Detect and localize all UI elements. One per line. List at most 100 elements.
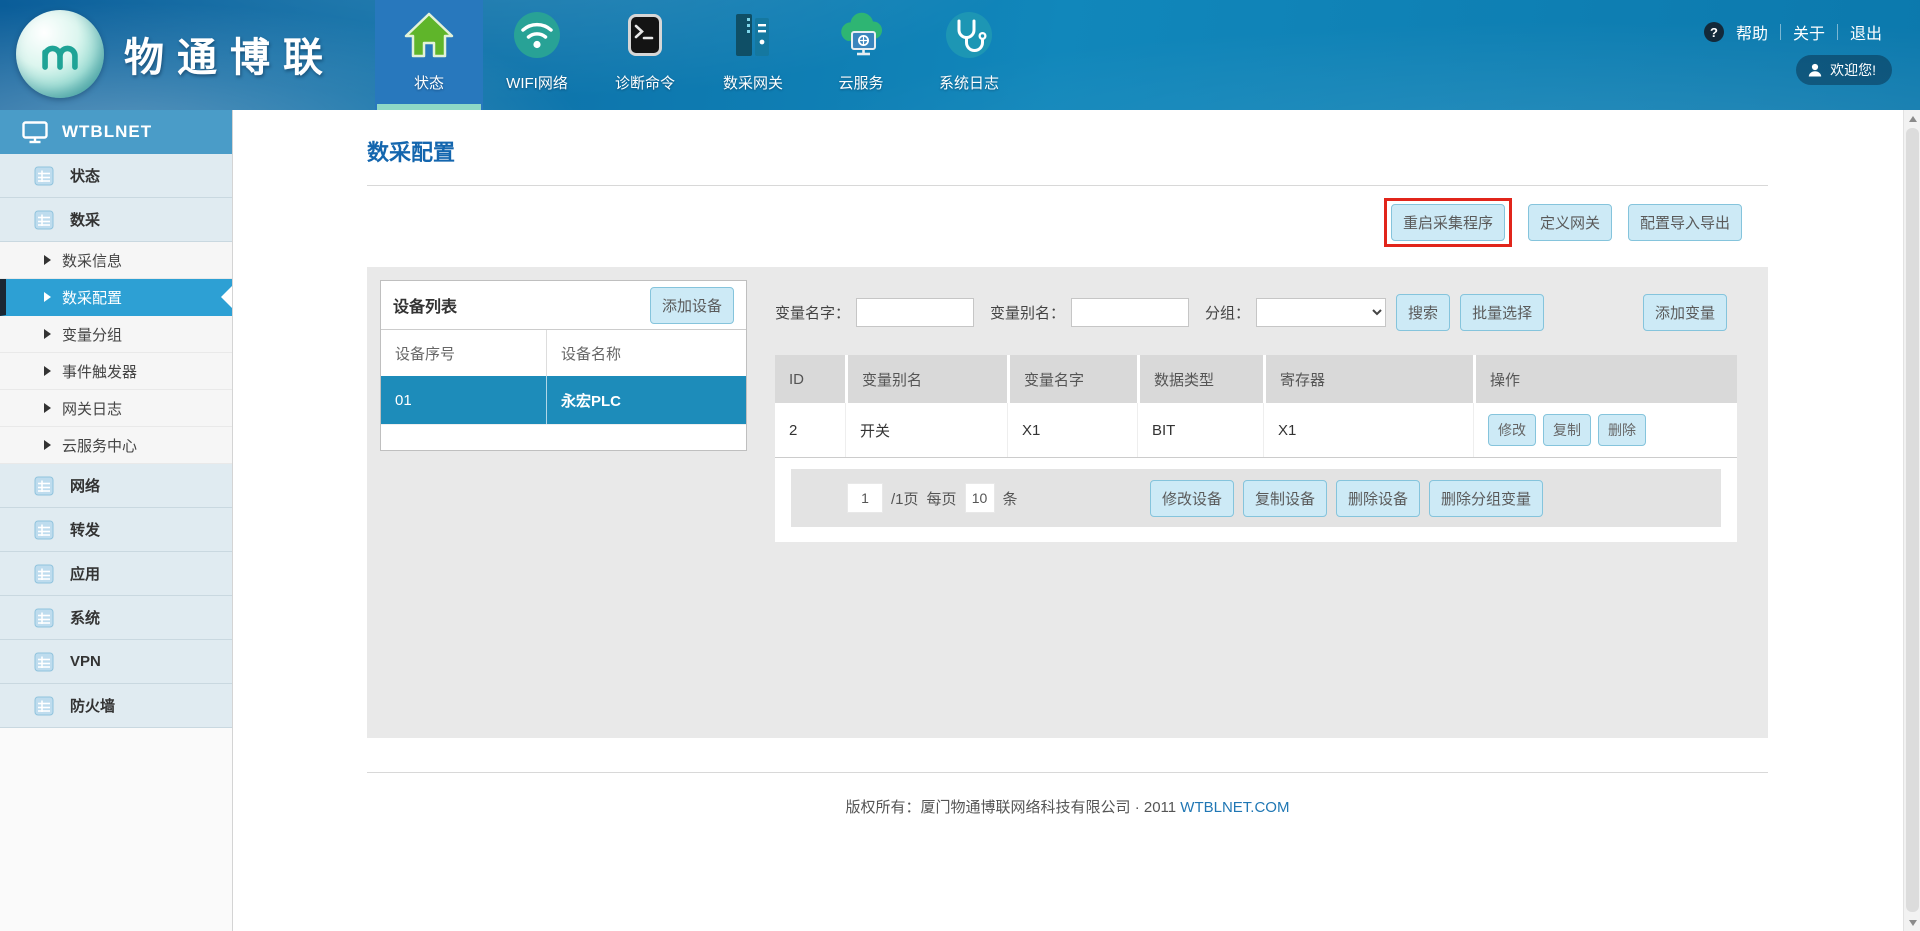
restart-collector-button[interactable]: 重启采集程序 bbox=[1391, 204, 1505, 241]
sidebar-item-label: VPN bbox=[70, 653, 101, 670]
table-row: 2 开关 X1 BIT X1 修改 复制 删除 bbox=[775, 403, 1737, 458]
logo-text: 物通博联 bbox=[124, 25, 336, 83]
sidebar-item-label: 数采信息 bbox=[62, 250, 122, 271]
main-content: 数采配置 重启采集程序 定义网关 配置导入导出 设备列表 添加设备 设备序号 设… bbox=[234, 110, 1903, 931]
modify-button[interactable]: 修改 bbox=[1488, 414, 1536, 446]
sidebar-item-vpn[interactable]: VPN bbox=[0, 640, 232, 684]
page-size-input[interactable] bbox=[965, 483, 995, 513]
alias-cell: 开关 bbox=[845, 403, 1007, 457]
sidebar-item-forward[interactable]: 转发 bbox=[0, 508, 232, 552]
vertical-scrollbar[interactable] bbox=[1903, 110, 1920, 931]
sidebar-item-system[interactable]: 系统 bbox=[0, 596, 232, 640]
grid-icon bbox=[34, 210, 54, 230]
nav-label: WIFI网络 bbox=[506, 72, 568, 93]
group-select[interactable] bbox=[1256, 298, 1386, 327]
nav-label: 诊断命令 bbox=[615, 72, 675, 93]
column-header-actions: 操作 bbox=[1473, 355, 1737, 403]
variable-filter-bar: 变量名字： 变量别名： 分组： 搜索 批量选择 添加变量 bbox=[775, 292, 1737, 332]
define-gateway-button[interactable]: 定义网关 bbox=[1528, 204, 1612, 241]
stethoscope-icon bbox=[943, 9, 995, 61]
sidebar-item-label: 转发 bbox=[70, 519, 100, 540]
variable-name-label: 变量名字： bbox=[775, 302, 850, 323]
variable-table: ID 变量别名 变量名字 数据类型 寄存器 操作 2 开关 X1 BIT X1 … bbox=[775, 355, 1737, 458]
scroll-down-icon[interactable] bbox=[1904, 914, 1920, 931]
page-title: 数采配置 bbox=[367, 135, 455, 167]
sidebar-item-status[interactable]: 状态 bbox=[0, 154, 232, 198]
grid-icon bbox=[34, 696, 54, 716]
config-import-export-button[interactable]: 配置导入导出 bbox=[1628, 204, 1742, 241]
divider bbox=[1837, 24, 1838, 40]
column-header-alias: 变量别名 bbox=[845, 355, 1007, 403]
pagination-section: /1页 每页 条 修改设备 复制设备 删除设备 删除分组变量 bbox=[775, 458, 1737, 542]
divider bbox=[1780, 24, 1781, 40]
unit-label: 条 bbox=[1003, 488, 1018, 509]
id-cell: 2 bbox=[775, 403, 845, 457]
delete-group-variable-button[interactable]: 删除分组变量 bbox=[1429, 480, 1543, 517]
sidebar-item-variable-group[interactable]: 变量分组 bbox=[0, 316, 232, 353]
arrow-right-icon bbox=[44, 292, 51, 302]
sidebar-title: WTBLNET bbox=[62, 122, 152, 142]
sidebar-item-data-info[interactable]: 数采信息 bbox=[0, 242, 232, 279]
sidebar-item-firewall[interactable]: 防火墙 bbox=[0, 684, 232, 728]
nav-tab-syslog[interactable]: 系统日志 bbox=[915, 0, 1023, 110]
nav-tab-gateway[interactable]: 数采网关 bbox=[699, 0, 807, 110]
nav-tab-status[interactable]: 状态 bbox=[375, 0, 483, 110]
sidebar-item-label: 网络 bbox=[70, 475, 100, 496]
add-device-button[interactable]: 添加设备 bbox=[650, 287, 734, 324]
search-button[interactable]: 搜索 bbox=[1396, 294, 1450, 331]
sidebar-item-application[interactable]: 应用 bbox=[0, 552, 232, 596]
nav-tab-cloud[interactable]: 云服务 bbox=[807, 0, 915, 110]
sidebar-item-data-acquisition[interactable]: 数采 bbox=[0, 198, 232, 242]
sidebar: WTBLNET 状态 数采 数采信息 数采配置 变量分组 事件触发器 网关日志 bbox=[0, 110, 233, 931]
grid-icon bbox=[34, 166, 54, 186]
wtblnet-link[interactable]: WTBLNET.COM bbox=[1180, 799, 1289, 816]
copyright-text: 版权所有：厦门物通博联网络科技有限公司 · 2011 bbox=[846, 799, 1177, 816]
wifi-icon bbox=[511, 9, 563, 61]
device-list-panel: 设备列表 添加设备 设备序号 设备名称 01 永宏PLC bbox=[380, 280, 747, 451]
add-variable-button[interactable]: 添加变量 bbox=[1643, 294, 1727, 331]
sidebar-item-cloud-center[interactable]: 云服务中心 bbox=[0, 427, 232, 464]
grid-icon bbox=[34, 608, 54, 628]
sidebar-item-network[interactable]: 网络 bbox=[0, 464, 232, 508]
sidebar-item-label: 系统 bbox=[70, 607, 100, 628]
sidebar-item-label: 云服务中心 bbox=[62, 435, 137, 456]
delete-device-button[interactable]: 删除设备 bbox=[1336, 480, 1420, 517]
about-link[interactable]: 关于 bbox=[1793, 20, 1825, 44]
device-row-selected[interactable]: 01 永宏PLC bbox=[381, 376, 746, 424]
page-number-input[interactable] bbox=[847, 483, 883, 513]
copy-button[interactable]: 复制 bbox=[1543, 414, 1591, 446]
copy-device-button[interactable]: 复制设备 bbox=[1243, 480, 1327, 517]
logout-link[interactable]: 退出 bbox=[1850, 20, 1882, 44]
delete-button[interactable]: 删除 bbox=[1598, 414, 1646, 446]
device-no-cell: 01 bbox=[381, 392, 546, 409]
sidebar-item-data-config[interactable]: 数采配置 bbox=[0, 279, 232, 316]
modify-device-button[interactable]: 修改设备 bbox=[1150, 480, 1234, 517]
grid-icon bbox=[34, 476, 54, 496]
gateway-icon bbox=[727, 9, 779, 61]
sidebar-item-gateway-log[interactable]: 网关日志 bbox=[0, 390, 232, 427]
sidebar-item-label: 网关日志 bbox=[62, 398, 122, 419]
help-link[interactable]: 帮助 bbox=[1736, 20, 1768, 44]
variable-alias-input[interactable] bbox=[1071, 298, 1189, 327]
per-page-label: 每页 bbox=[927, 488, 957, 509]
logo: 物通博联 bbox=[16, 10, 336, 98]
nav-tab-wifi[interactable]: WIFI网络 bbox=[483, 0, 591, 110]
welcome-text: 欢迎您! bbox=[1830, 60, 1876, 80]
variable-name-input[interactable] bbox=[856, 298, 974, 327]
device-no-column: 设备序号 bbox=[381, 343, 546, 364]
nav-label: 数采网关 bbox=[723, 72, 783, 93]
footer: 版权所有：厦门物通博联网络科技有限公司 · 2011 WTBLNET.COM bbox=[367, 796, 1768, 817]
nav-label: 状态 bbox=[414, 72, 444, 93]
batch-select-button[interactable]: 批量选择 bbox=[1460, 294, 1544, 331]
grid-icon bbox=[34, 564, 54, 584]
scroll-up-icon[interactable] bbox=[1904, 110, 1920, 127]
sidebar-item-event-trigger[interactable]: 事件触发器 bbox=[0, 353, 232, 390]
logo-icon bbox=[16, 10, 104, 98]
divider bbox=[367, 185, 1768, 186]
nav-label: 云服务 bbox=[838, 72, 883, 93]
scrollbar-thumb[interactable] bbox=[1906, 128, 1919, 912]
nav-tab-diagnostic[interactable]: 诊断命令 bbox=[591, 0, 699, 110]
grid-icon bbox=[34, 652, 54, 672]
monitor-icon bbox=[22, 121, 48, 144]
arrow-right-icon bbox=[44, 255, 51, 265]
